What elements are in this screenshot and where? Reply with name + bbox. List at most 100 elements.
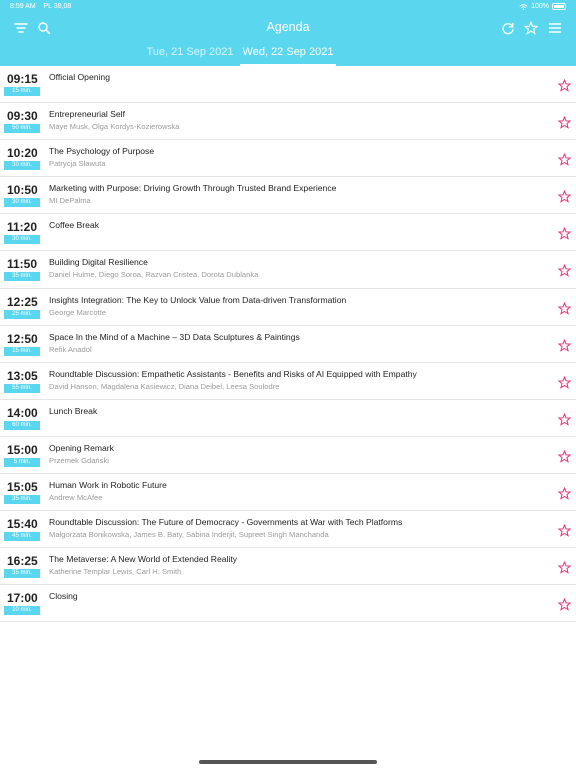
star-outline-icon[interactable] xyxy=(522,19,540,37)
star-outline-icon[interactable] xyxy=(557,561,572,575)
agenda-row[interactable]: 11:20 30 min. Coffee Break xyxy=(0,214,576,252)
star-outline-icon[interactable] xyxy=(557,264,572,278)
agenda-row[interactable]: 15:00 5 min. Opening Remark Przemek Gdański xyxy=(0,437,576,475)
duration-badge: 35 min. xyxy=(4,272,40,282)
agenda-row[interactable]: 17:00 10 min. Closing xyxy=(0,585,576,623)
session-time: 12:25 xyxy=(7,294,38,309)
agenda-row[interactable]: 10:20 30 min. The Psychology of Purpose Pat… xyxy=(0,140,576,178)
refresh-icon[interactable] xyxy=(499,19,517,37)
star-outline-icon[interactable] xyxy=(557,449,572,463)
session-speakers: Andrew McAfee xyxy=(49,493,103,503)
session-speakers: Maye Musk, Olga Kordys-Kozierowska xyxy=(49,122,180,132)
session-speakers: Daniel Hulme, Diego Soroa, Razvan Criste… xyxy=(49,270,259,280)
session-title: Roundtable Discussion: The Future of Dem… xyxy=(49,517,403,528)
duration-badge: 55 min. xyxy=(4,383,40,393)
battery-icon xyxy=(552,3,566,10)
duration-badge: 25 min. xyxy=(4,309,40,319)
session-time: 13:05 xyxy=(7,368,38,383)
session-time: 16:25 xyxy=(7,554,38,569)
tab-date-tue[interactable]: Tue, 21 Sep 2021 xyxy=(146,46,234,66)
session-speakers: Refik Anadol xyxy=(49,344,92,354)
agenda-row[interactable]: 10:50 30 min. Marketing with Purpose: Driv… xyxy=(0,177,576,215)
date-tabs: Tue, 21 Sep 2021 Wed, 22 Sep 2021 xyxy=(0,42,576,66)
session-title: Lunch Break xyxy=(49,405,98,416)
agenda-row[interactable]: 11:50 35 min. Building Digital Resilience D… xyxy=(0,251,576,289)
session-time: 11:20 xyxy=(7,220,38,235)
session-title: The Metaverse: A New World of Extended R… xyxy=(49,554,238,565)
status-carrier: PL 38,08 xyxy=(43,3,72,10)
duration-badge: 30 min. xyxy=(4,235,40,245)
star-outline-icon[interactable] xyxy=(557,115,572,129)
session-title: Space In the Mind of a Machine – 3D Data… xyxy=(49,331,300,342)
agenda-row[interactable]: 16:25 35 min. The Metaverse: A New World o… xyxy=(0,548,576,586)
session-speakers: MI DePalma xyxy=(49,196,91,206)
session-time: 15:05 xyxy=(7,480,38,495)
session-time: 09:30 xyxy=(7,109,38,124)
star-outline-icon[interactable] xyxy=(557,301,572,315)
duration-badge: 35 min. xyxy=(4,569,40,579)
session-speakers: Przemek Gdański xyxy=(49,455,109,465)
duration-badge: 30 min. xyxy=(4,161,40,171)
session-time: 11:50 xyxy=(7,257,38,272)
battery-percent: 100% xyxy=(531,3,549,10)
agenda-row[interactable]: 09:30 50 min. Entrepreneurial Self Maye Mus… xyxy=(0,103,576,141)
session-time: 10:50 xyxy=(7,183,38,198)
session-time: 17:00 xyxy=(7,591,38,606)
session-title: Official Opening xyxy=(49,72,110,82)
session-title: The Psychology of Purpose xyxy=(49,146,155,157)
duration-badge: 30 min. xyxy=(4,198,40,208)
star-outline-icon[interactable] xyxy=(557,227,572,241)
star-outline-icon[interactable] xyxy=(557,152,572,166)
status-time-carrier: 8:59 AM PL 38,08 xyxy=(10,3,71,10)
session-title: Building Digital Resilience xyxy=(49,257,148,268)
duration-badge: 15 min. xyxy=(4,346,40,356)
session-speakers: Patrycja Sławuta xyxy=(49,159,106,169)
session-time: 12:50 xyxy=(7,331,38,346)
star-outline-icon[interactable] xyxy=(557,598,572,612)
duration-badge: 10 min. xyxy=(4,606,40,616)
home-indicator xyxy=(199,760,377,764)
duration-badge: 50 min. xyxy=(4,124,40,134)
agenda-row[interactable]: 12:50 15 min. Space In the Mind of a Machi… xyxy=(0,326,576,363)
star-outline-icon[interactable] xyxy=(557,375,572,389)
agenda-row[interactable]: 13:05 55 min. Roundtable Discussion: Empat… xyxy=(0,363,576,400)
star-outline-icon[interactable] xyxy=(557,523,572,537)
status-bar: 8:59 AM PL 38,08 100% xyxy=(0,0,576,14)
session-time: 10:20 xyxy=(7,146,38,161)
session-time: 15:00 xyxy=(7,442,38,457)
nav-bar: Agenda xyxy=(0,14,576,42)
duration-badge: 35 min. xyxy=(4,495,40,505)
session-time: 14:00 xyxy=(7,405,38,420)
duration-badge: 15 min. xyxy=(4,87,40,96)
app-header: 8:59 AM PL 38,08 100% Agenda Tue, 21 Sep… xyxy=(0,0,576,66)
session-title: Opening Remark xyxy=(49,442,114,453)
wifi-icon xyxy=(519,3,528,10)
tab-date-wed[interactable]: Wed, 22 Sep 2021 xyxy=(240,46,336,66)
session-title: Closing xyxy=(49,591,78,602)
menu-icon[interactable] xyxy=(546,19,564,37)
session-time: 09:15 xyxy=(7,72,38,86)
agenda-row[interactable]: 15:05 35 min. Human Work in Robotic Future… xyxy=(0,474,576,512)
session-speakers: George Marcotte xyxy=(49,307,106,317)
session-title: Human Work in Robotic Future xyxy=(49,480,167,491)
session-title: Coffee Break xyxy=(49,220,100,231)
star-outline-icon[interactable] xyxy=(557,78,572,92)
agenda-row[interactable]: 12:25 25 min. Insights Integration: The Ke… xyxy=(0,289,576,326)
session-time: 15:40 xyxy=(7,517,38,532)
star-outline-icon[interactable] xyxy=(557,412,572,426)
agenda-row[interactable]: 15:40 45 min. Roundtable Discussion: The F… xyxy=(0,511,576,549)
session-title: Entrepreneurial Self xyxy=(49,109,125,120)
session-title: Marketing with Purpose: Driving Growth T… xyxy=(49,183,337,194)
star-outline-icon[interactable] xyxy=(557,486,572,500)
duration-badge: 5 min. xyxy=(4,457,40,467)
duration-badge: 45 min. xyxy=(4,532,40,542)
session-speakers: David Hanson, Magdalena Kasiewicz, Diana… xyxy=(49,381,280,391)
duration-badge: 60 min. xyxy=(4,420,40,430)
star-outline-icon[interactable] xyxy=(557,338,572,352)
page-title: Agenda xyxy=(266,20,310,34)
agenda-row[interactable]: 14:00 60 min. Lunch Break xyxy=(0,400,576,437)
agenda-row[interactable]: 09:15 15 min. Official Opening xyxy=(0,66,576,104)
session-title: Insights Integration: The Key to Unlock … xyxy=(49,294,347,305)
star-outline-icon[interactable] xyxy=(557,190,572,204)
status-indicators: 100% xyxy=(519,3,566,10)
